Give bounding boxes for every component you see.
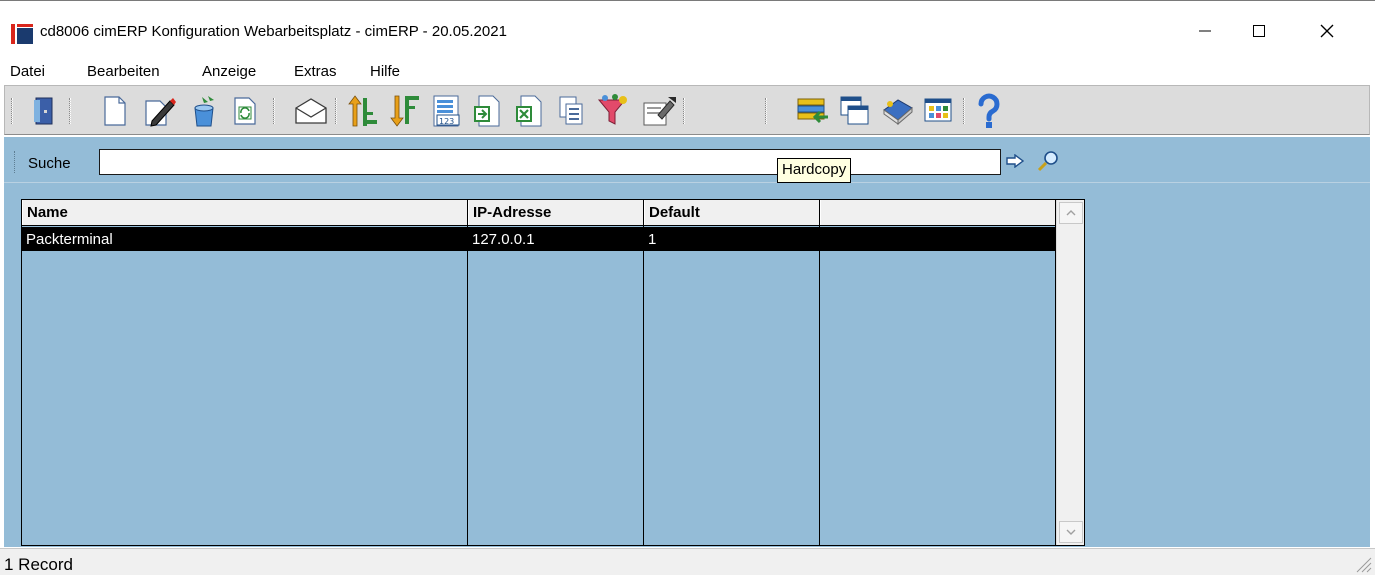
search-label: Suche: [28, 155, 71, 172]
grid-view-icon: [924, 98, 952, 122]
cell-ip: 127.0.0.1: [472, 231, 535, 248]
close-button[interactable]: [1304, 10, 1350, 52]
search-input[interactable]: [99, 149, 1001, 175]
search-bar-grip: [14, 151, 16, 173]
table-row[interactable]: Packterminal 127.0.0.1 1: [22, 227, 1056, 251]
grid-view-button[interactable]: [921, 92, 957, 130]
arrow-right-icon: [1006, 154, 1024, 168]
minimize-icon: [1199, 30, 1211, 32]
windows-icon: [840, 96, 869, 125]
vertical-scrollbar[interactable]: [1056, 200, 1084, 545]
save-button[interactable]: [185, 92, 221, 130]
chevron-up-icon: [1066, 210, 1076, 216]
windows-button[interactable]: [837, 92, 873, 130]
filter-button[interactable]: [595, 92, 631, 130]
scroll-down-button[interactable]: [1059, 521, 1083, 543]
app-window: cd8006 cimERP Konfiguration Webarbeitspl…: [0, 0, 1375, 575]
help-button[interactable]: [971, 92, 1007, 130]
copy-pages-icon: [559, 96, 583, 125]
new-button[interactable]: [97, 92, 133, 130]
close-icon: [1320, 24, 1334, 38]
save-bucket-icon: [194, 96, 214, 127]
status-bar: 1 Record: [0, 548, 1375, 575]
cell-default: 1: [648, 231, 657, 248]
new-document-icon: [104, 96, 126, 126]
app-logo-icon: [11, 24, 33, 44]
mail-button[interactable]: [293, 92, 329, 130]
search-find-button[interactable]: [1034, 148, 1062, 174]
sort-ascending-button[interactable]: [345, 92, 381, 130]
number-format-button[interactable]: 123: [429, 92, 465, 130]
scroll-up-button[interactable]: [1059, 202, 1083, 224]
toolbar-separator: [963, 98, 965, 124]
edit-pencil-icon: [145, 98, 176, 127]
hardcopy-icon: [643, 97, 676, 126]
maximize-icon: [1253, 25, 1265, 37]
column-divider: [467, 226, 468, 545]
menu-datei[interactable]: Datei: [10, 63, 45, 80]
column-header-extra[interactable]: [820, 200, 1056, 225]
book-button[interactable]: [879, 92, 915, 130]
cell-name: Packterminal: [26, 231, 113, 248]
records-table: Name IP-Adresse Default Packterminal 127…: [21, 199, 1085, 546]
toolbar-separator: [683, 98, 685, 124]
menu-bar: Datei Bearbeiten Anzeige Extras Hilfe: [0, 58, 1375, 85]
sort-ascending-icon: [348, 95, 377, 127]
resize-grip-icon[interactable]: [1351, 552, 1373, 574]
help-question-icon: [978, 93, 1000, 128]
toolbar-separator: [765, 98, 767, 124]
main-panel: Suche Hardcopy Name IP-Adresse Default P…: [4, 137, 1370, 547]
refresh-button[interactable]: [227, 92, 263, 130]
menu-extras[interactable]: Extras: [294, 63, 337, 80]
svg-text:123: 123: [439, 117, 454, 126]
search-go-button[interactable]: [1004, 150, 1026, 172]
list-import-icon: [797, 98, 828, 124]
list-import-button[interactable]: [795, 92, 831, 130]
toolbar-separator: [11, 98, 13, 124]
toolbar: 123: [4, 85, 1370, 135]
title-bar: cd8006 cimERP Konfiguration Webarbeitspl…: [0, 2, 1375, 58]
excel-export-icon: [516, 95, 542, 127]
column-divider: [819, 226, 820, 545]
table-header: Name IP-Adresse Default: [22, 200, 1056, 226]
record-count: 1 Record: [4, 555, 73, 574]
chevron-down-icon: [1066, 529, 1076, 535]
book-icon: [883, 99, 913, 126]
search-bar: Suche Hardcopy: [4, 137, 1370, 183]
refresh-icon: [234, 97, 256, 125]
number-format-icon: 123: [433, 95, 460, 127]
copy-button[interactable]: [553, 92, 589, 130]
menu-anzeige[interactable]: Anzeige: [202, 63, 256, 80]
export-button[interactable]: [469, 92, 505, 130]
hardcopy-tooltip: Hardcopy: [777, 158, 852, 183]
toolbar-separator: [335, 98, 337, 124]
column-divider: [643, 226, 644, 545]
magnifier-icon: [1037, 151, 1058, 172]
toolbar-separator: [273, 98, 275, 124]
column-header-ip[interactable]: IP-Adresse: [468, 200, 644, 225]
excel-export-button[interactable]: [511, 92, 547, 130]
column-header-name[interactable]: Name: [22, 200, 468, 225]
mail-envelope-icon: [295, 98, 327, 124]
column-header-default[interactable]: Default: [644, 200, 820, 225]
menu-bearbeiten[interactable]: Bearbeiten: [87, 63, 160, 80]
exit-door-icon: [34, 97, 53, 125]
exit-button[interactable]: [25, 92, 61, 130]
maximize-button[interactable]: [1236, 10, 1282, 52]
menu-hilfe[interactable]: Hilfe: [370, 63, 400, 80]
sort-descending-icon: [390, 95, 419, 127]
hardcopy-button[interactable]: [641, 92, 677, 130]
edit-button[interactable]: [141, 92, 177, 130]
filter-funnel-icon: [597, 94, 627, 125]
sort-descending-button[interactable]: [387, 92, 423, 130]
export-icon: [474, 95, 500, 127]
toolbar-separator: [69, 98, 71, 124]
window-title: cd8006 cimERP Konfiguration Webarbeitspl…: [40, 23, 507, 40]
minimize-button[interactable]: [1182, 10, 1228, 52]
